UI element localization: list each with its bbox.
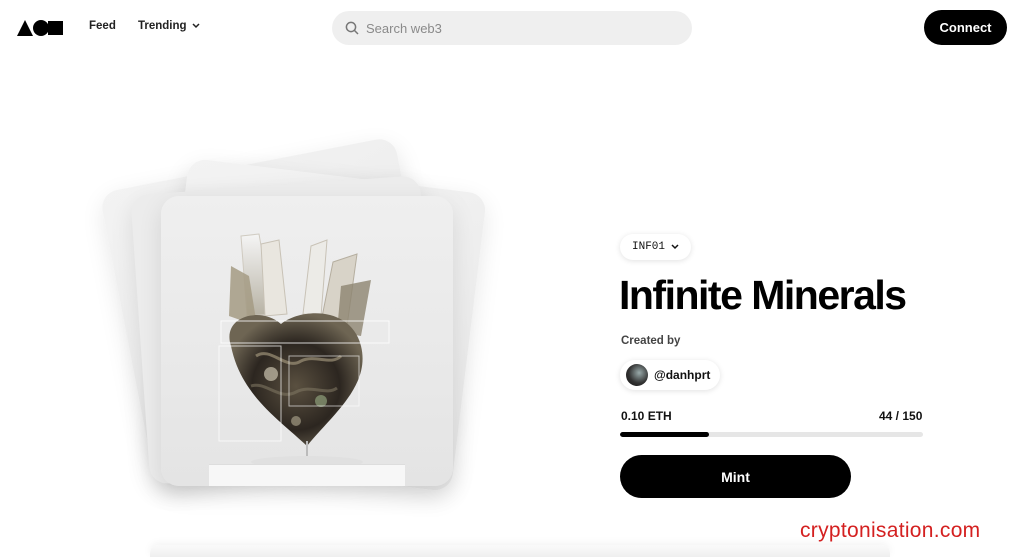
connect-wallet-button[interactable]: Connect xyxy=(924,10,1007,45)
chevron-down-icon xyxy=(192,23,200,29)
artwork-image[interactable] xyxy=(161,196,453,486)
created-by-label: Created by xyxy=(621,335,681,347)
mint-price: 0.10 ETH xyxy=(621,409,672,423)
nav-feed-link[interactable]: Feed xyxy=(89,20,116,32)
collection-selector[interactable]: INF01 xyxy=(620,234,692,260)
mint-progress-bar xyxy=(620,432,923,437)
creator-name: @danhprt xyxy=(654,368,711,382)
creator-chip[interactable]: @danhprt xyxy=(620,360,721,390)
search-bar[interactable] xyxy=(332,11,692,45)
search-input[interactable] xyxy=(366,20,666,36)
top-nav: Feed Trending Connect xyxy=(0,0,1024,56)
watermark-text: cryptonisation.com xyxy=(800,519,981,542)
nav-trending-dropdown[interactable]: Trending xyxy=(138,20,200,32)
minted-count: 44 / 150 xyxy=(879,409,923,423)
collection-title: Infinite Minerals xyxy=(619,272,907,318)
nav-trending-label: Trending xyxy=(138,20,187,32)
next-section-edge xyxy=(150,545,890,557)
collection-code: INF01 xyxy=(632,241,666,253)
artwork-stack[interactable] xyxy=(95,136,495,530)
pedestal-base xyxy=(209,464,405,486)
mint-button[interactable]: Mint xyxy=(620,455,851,498)
chevron-down-icon xyxy=(671,244,679,250)
mineral-sculpture-image xyxy=(218,233,390,458)
search-icon xyxy=(345,21,359,35)
aoe-shapes-logo[interactable] xyxy=(17,20,63,36)
avatar xyxy=(626,364,648,386)
mint-progress-fill xyxy=(620,432,709,437)
